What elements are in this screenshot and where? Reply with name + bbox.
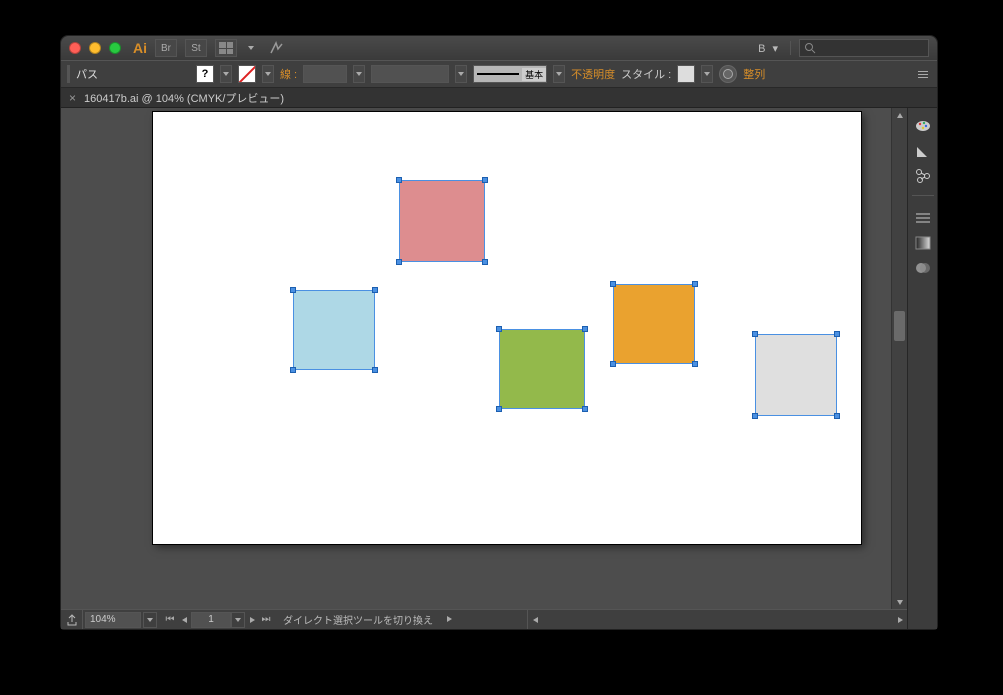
canvas[interactable]: [61, 108, 907, 609]
bridge-button[interactable]: Br: [155, 39, 177, 57]
variable-width-profile[interactable]: [371, 65, 449, 83]
selection-handle[interactable]: [610, 281, 616, 287]
next-artboard-button[interactable]: [245, 612, 259, 628]
control-bar-menu[interactable]: [915, 68, 931, 81]
stroke-weight-field[interactable]: [303, 65, 347, 83]
selection-handle[interactable]: [290, 367, 296, 373]
selection-handle[interactable]: [496, 406, 502, 412]
selection-handle[interactable]: [692, 361, 698, 367]
selection-handle[interactable]: [496, 326, 502, 332]
stroke-dropdown[interactable]: [262, 65, 274, 83]
document-tab[interactable]: 160417b.ai @ 104% (CMYK/プレビュー): [84, 90, 284, 106]
work-area: 104% ⏮ 1 ⏭ ダイレクト選択ツールを切り換え: [61, 108, 937, 629]
gradient-icon[interactable]: [911, 232, 935, 254]
color-palette-icon[interactable]: [911, 115, 935, 137]
scroll-right-button[interactable]: [893, 610, 907, 629]
recolor-artwork-button[interactable]: [719, 65, 737, 83]
shape-grey[interactable]: [755, 334, 837, 416]
brush-definition[interactable]: 基本: [473, 65, 547, 83]
window-zoom-button[interactable]: [109, 42, 121, 54]
selection-handle[interactable]: [372, 367, 378, 373]
fill-swatch[interactable]: ?: [196, 65, 214, 83]
graphic-style-dropdown[interactable]: [701, 65, 713, 83]
status-hint: ダイレクト選択ツールを切り換え: [273, 612, 527, 627]
shape-orange[interactable]: [613, 284, 695, 364]
selection-handle[interactable]: [752, 413, 758, 419]
artboard[interactable]: [153, 112, 861, 544]
variable-width-dropdown[interactable]: [455, 65, 467, 83]
stroke-icon[interactable]: [911, 207, 935, 229]
selection-handle[interactable]: [582, 406, 588, 412]
align-label[interactable]: 整列: [743, 66, 765, 82]
stroke-label: 線 :: [280, 66, 297, 82]
arrange-documents-button[interactable]: [215, 39, 237, 57]
canvas-zone: 104% ⏮ 1 ⏭ ダイレクト選択ツールを切り換え: [61, 108, 907, 629]
style-label: スタイル :: [621, 66, 671, 82]
close-tab-button[interactable]: ×: [69, 91, 76, 105]
selection-indicator: パス: [67, 65, 104, 83]
app-name: Ai: [133, 40, 147, 56]
app-window: Ai Br St B ▾ パス ? 線 : 基本 不透明度 スタイル :: [60, 35, 938, 630]
stroke-weight-dropdown[interactable]: [353, 65, 365, 83]
selection-handle[interactable]: [834, 413, 840, 419]
search-icon: [804, 42, 816, 54]
arrange-dropdown[interactable]: [245, 46, 257, 50]
vertical-scroll-track[interactable]: [892, 122, 907, 595]
selection-handle[interactable]: [372, 287, 378, 293]
stock-button[interactable]: St: [185, 39, 207, 57]
scroll-down-button[interactable]: [892, 595, 907, 609]
selection-handle[interactable]: [396, 259, 402, 265]
fill-dropdown[interactable]: [220, 65, 232, 83]
horizontal-scroll-track[interactable]: [542, 610, 893, 629]
shape-green[interactable]: [499, 329, 585, 409]
zoom-field[interactable]: 104%: [85, 612, 141, 628]
window-close-button[interactable]: [69, 42, 81, 54]
share-button[interactable]: [61, 610, 83, 629]
vertical-scrollbar[interactable]: [891, 108, 907, 609]
shape-blue[interactable]: [293, 290, 375, 370]
selection-handle[interactable]: [482, 259, 488, 265]
last-artboard-button[interactable]: ⏭: [259, 612, 273, 628]
status-bar: 104% ⏮ 1 ⏭ ダイレクト選択ツールを切り換え: [61, 609, 907, 629]
prev-artboard-button[interactable]: [177, 612, 191, 628]
search-field[interactable]: [799, 39, 929, 57]
selection-handle[interactable]: [692, 281, 698, 287]
document-tab-bar: × 160417b.ai @ 104% (CMYK/プレビュー): [61, 88, 937, 108]
artboard-nav-dropdown[interactable]: [231, 612, 245, 628]
brush-dropdown[interactable]: [553, 65, 565, 83]
selection-handle[interactable]: [582, 326, 588, 332]
symbols-icon[interactable]: [911, 165, 935, 187]
vertical-scroll-thumb[interactable]: [894, 311, 905, 341]
selection-handle[interactable]: [610, 361, 616, 367]
scroll-up-button[interactable]: [892, 108, 907, 122]
gpu-preview-icon[interactable]: [265, 39, 287, 57]
shape-pink[interactable]: [399, 180, 485, 262]
selection-handle[interactable]: [396, 177, 402, 183]
selection-handle[interactable]: [482, 177, 488, 183]
scroll-left-button[interactable]: [528, 610, 542, 629]
control-bar: パス ? 線 : 基本 不透明度 スタイル : 整列: [61, 60, 937, 88]
graphic-style-swatch[interactable]: [677, 65, 695, 83]
window-minimize-button[interactable]: [89, 42, 101, 54]
artboard-number-field[interactable]: 1: [191, 612, 231, 628]
share-icon: [66, 614, 78, 626]
zoom-dropdown[interactable]: [143, 612, 157, 628]
selection-handle[interactable]: [290, 287, 296, 293]
first-artboard-button[interactable]: ⏮: [163, 612, 177, 628]
stroke-swatch[interactable]: [238, 65, 256, 83]
transparency-icon[interactable]: [911, 257, 935, 279]
horizontal-scrollbar[interactable]: [527, 610, 907, 629]
selection-handle[interactable]: [834, 331, 840, 337]
opacity-label[interactable]: 不透明度: [571, 66, 615, 82]
swatches-icon[interactable]: [911, 140, 935, 162]
selection-handle[interactable]: [752, 331, 758, 337]
right-panel-dock: [907, 108, 937, 629]
title-bar: Ai Br St B ▾: [61, 36, 937, 60]
workspace-switcher[interactable]: B ▾: [754, 42, 782, 55]
